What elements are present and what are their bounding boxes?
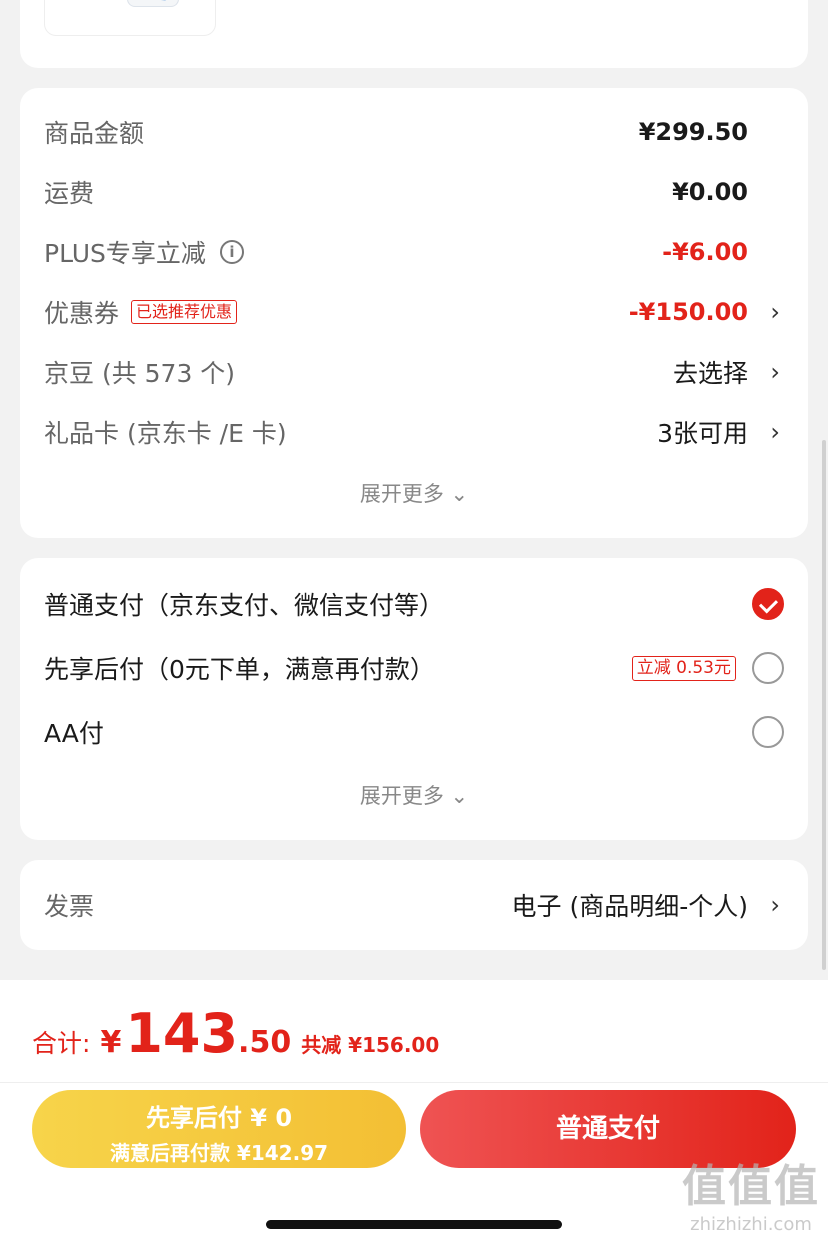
pay-later-button[interactable]: 先享后付 ¥ 0 满意后再付款 ¥142.97: [32, 1090, 406, 1168]
total-label: 合计:: [32, 1029, 91, 1058]
radio-icon[interactable]: [752, 652, 784, 684]
payment-option-pay-later[interactable]: 先享后付（0元下单，满意再付款） 立减 0.53元: [20, 638, 808, 698]
product-image: [127, 0, 179, 7]
invoice-row[interactable]: 发票 电子 (商品明细-个人) ›: [20, 875, 808, 935]
discount-tag: 立减 0.53元: [631, 655, 736, 681]
payment-option-label: 先享后付（0元下单，满意再付款）: [44, 655, 435, 684]
info-icon[interactable]: i: [219, 240, 244, 264]
coupon-tag: 已选推荐优惠: [131, 300, 238, 324]
fee-label: 商品金额: [44, 119, 145, 148]
payment-option-aa[interactable]: AA付: [20, 702, 808, 762]
fee-value[interactable]: 3张可用: [657, 414, 748, 450]
fee-label: 运费: [44, 179, 95, 208]
fee-value: -¥150.00: [628, 298, 748, 326]
total-savings: 共减 ¥156.00: [301, 1033, 440, 1057]
radio-icon[interactable]: [752, 716, 784, 748]
payment-method-card: 普通支付（京东支付、微信支付等） 先享后付（0元下单，满意再付款） 立减 0.5…: [20, 558, 808, 840]
chevron-right-icon[interactable]: ›: [770, 891, 780, 919]
pay-later-line2: 满意后再付款 ¥142.97: [109, 1141, 329, 1165]
total-decimal: .50: [238, 1025, 292, 1060]
chevron-right-icon[interactable]: ›: [770, 298, 780, 326]
product-card: [20, 0, 808, 68]
fee-value: ¥299.50: [638, 118, 748, 146]
checkout-footer: 合计: ¥ 143 .50 共减 ¥156.00 先享后付 ¥ 0 满意后再付款…: [0, 980, 828, 1246]
fee-value[interactable]: 去选择: [673, 354, 748, 390]
watermark-logo-text: 值值值: [682, 1161, 820, 1212]
invoice-card[interactable]: 发票 电子 (商品明细-个人) ›: [20, 860, 808, 950]
fee-label-wrap: 优惠券 已选推荐优惠: [44, 294, 238, 330]
divider: [0, 1082, 828, 1083]
chevron-right-icon[interactable]: ›: [770, 358, 780, 386]
fee-label: PLUS专享立减: [44, 239, 206, 268]
expand-more-button[interactable]: 展开更多 ⌄: [20, 478, 808, 508]
chevron-right-icon[interactable]: ›: [770, 418, 780, 446]
fee-row-jingdou[interactable]: 京豆 (共 573 个) 去选择 ›: [20, 342, 808, 402]
fee-row-plus-discount: PLUS专享立减 i -¥6.00: [20, 222, 808, 282]
fee-label-wrap: PLUS专享立减 i: [44, 234, 244, 270]
checked-radio-icon[interactable]: [752, 588, 784, 620]
fee-row-coupon[interactable]: 优惠券 已选推荐优惠 -¥150.00 ›: [20, 282, 808, 342]
fee-label: 京豆 (共 573 个): [44, 359, 236, 388]
fee-row-shipping: 运费 ¥0.00: [20, 162, 808, 222]
product-thumbnail[interactable]: [44, 0, 216, 36]
expand-more-button[interactable]: 展开更多 ⌄: [20, 780, 808, 810]
fee-label: 礼品卡 (京东卡 /E 卡): [44, 419, 287, 448]
watermark-url: zhizhizhi.com: [690, 1214, 812, 1235]
pay-later-line1: 先享后付 ¥ 0: [145, 1104, 293, 1132]
invoice-label: 发票: [44, 892, 95, 921]
fee-value: -¥6.00: [662, 238, 748, 266]
payment-option-label: 普通支付（京东支付、微信支付等）: [44, 591, 445, 620]
home-indicator[interactable]: [266, 1220, 562, 1229]
watermark-logo: 值值值 zhizhizhi.com: [682, 1150, 820, 1235]
fee-row-goods-amount: 商品金额 ¥299.50: [20, 102, 808, 162]
total-price: 合计: ¥ 143 .50 共减 ¥156.00: [32, 1002, 439, 1065]
scrollbar[interactable]: [822, 440, 826, 970]
payment-option-normal[interactable]: 普通支付（京东支付、微信支付等）: [20, 574, 808, 634]
currency-symbol: ¥: [100, 1025, 122, 1060]
fee-row-gift-card[interactable]: 礼品卡 (京东卡 /E 卡) 3张可用 ›: [20, 402, 808, 462]
fee-label: 优惠券: [44, 299, 120, 328]
payment-option-label: AA付: [44, 719, 104, 748]
fee-value: ¥0.00: [672, 178, 748, 206]
total-integer: 143: [125, 1002, 239, 1065]
invoice-value: 电子 (商品明细-个人): [511, 892, 748, 921]
fee-summary-card: 商品金额 ¥299.50 运费 ¥0.00 PLUS专享立减 i -¥6.00 …: [20, 88, 808, 538]
